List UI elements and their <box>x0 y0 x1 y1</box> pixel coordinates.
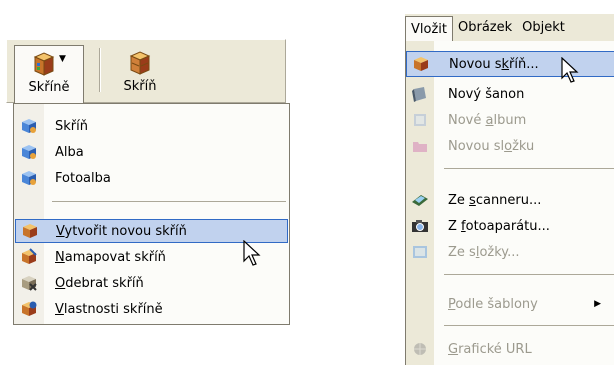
skrin-label: Skříň <box>123 79 157 94</box>
menu-item-ze-scanneru[interactable]: Ze scanneru... <box>406 187 614 213</box>
menu-item-fotoalba[interactable]: Fotoalba <box>15 166 288 190</box>
menu-item-vlastnosti-skrine[interactable]: Vlastnosti skříně <box>15 297 288 321</box>
map-cabinet-icon <box>22 248 37 264</box>
menu-item-novou-skrin[interactable]: Novou skříň... <box>406 51 614 77</box>
cabinet-blue-icon <box>22 119 36 133</box>
camera-icon <box>412 220 428 232</box>
menu-item-graficke-url[interactable]: Grafické URL <box>406 336 614 362</box>
toolbar-separator <box>99 48 101 92</box>
menu-item-novy-sanon[interactable]: Nový šanon <box>406 81 614 107</box>
menu-item-alba[interactable]: Alba <box>15 140 288 164</box>
menu-item-nove-album[interactable]: Nové album <box>406 107 614 133</box>
menu-item-podle-sablony[interactable]: Podle šablony ▶ <box>406 291 614 317</box>
menu-separator <box>444 274 614 275</box>
skrine-dropdown-button[interactable]: ▼ Skříně <box>14 45 84 103</box>
menu-item-vytvorit-novou-skrin[interactable]: Vytvořit novou skříň <box>15 219 288 243</box>
binder-icon <box>412 87 426 102</box>
folder-image-icon <box>413 246 427 258</box>
cabinet-icon <box>23 224 37 238</box>
menubar-item-vlozit[interactable]: Vložit <box>405 15 453 43</box>
remove-cabinet-icon <box>22 276 37 291</box>
cabinet-blue-icon <box>22 171 36 185</box>
properties-cabinet-icon <box>22 301 37 316</box>
menu-bar: Vložit Obrázek Objekt <box>405 14 614 43</box>
cabinet-icon <box>129 51 151 75</box>
menu-separator <box>52 201 286 202</box>
menu-item-novou-slozku[interactable]: Novou složku <box>406 133 614 159</box>
menubar-item-obrazek[interactable]: Obrázek <box>453 16 517 40</box>
vlozit-menu: Novou skříň... Nový šanon Nové album Nov… <box>405 41 614 365</box>
menu-item-namapovat-skrin[interactable]: Namapovat skříň <box>15 245 288 269</box>
menu-separator <box>444 325 614 326</box>
cabinet-icon <box>414 57 428 71</box>
menubar-item-objekt[interactable]: Objekt <box>517 16 570 40</box>
skrine-dropdown-menu: Skříň Alba Fotoalba Vytvořit novou skříň… <box>13 103 290 325</box>
url-icon <box>414 343 426 355</box>
skrine-label: Skříně <box>28 80 70 95</box>
toolbar: ▼ Skříně Skříň <box>6 39 286 103</box>
submenu-arrow-icon: ▶ <box>594 299 601 309</box>
menu-item-skrin[interactable]: Skříň <box>15 114 288 138</box>
cabinet-blue-icon <box>22 145 36 159</box>
cabinet-icon <box>33 52 55 76</box>
menu-item-ze-slozky[interactable]: Ze složky... <box>406 239 614 265</box>
menu-item-z-fotoaparatu[interactable]: Z fotoaparátu... <box>406 213 614 239</box>
scanner-icon <box>412 195 428 206</box>
menu-separator <box>444 168 614 169</box>
chevron-down-icon: ▼ <box>59 54 66 64</box>
album-icon <box>414 114 426 126</box>
folder-icon <box>413 142 427 152</box>
skrin-button[interactable]: Skříň <box>111 45 169 97</box>
menu-item-odebrat-skrin[interactable]: Odebrat skříň <box>15 271 288 295</box>
